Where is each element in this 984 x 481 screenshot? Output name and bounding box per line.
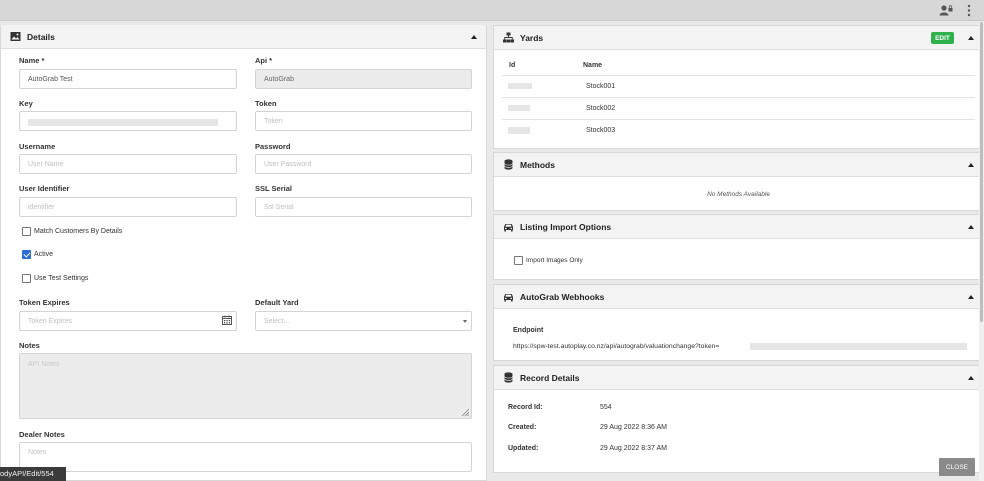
- webhooks-panel: AutoGrab Webhooks Endpoint https://spw-t…: [493, 284, 984, 361]
- use-test-settings-checkbox[interactable]: [22, 274, 31, 283]
- scrollbar-thumb[interactable]: [980, 22, 983, 322]
- token-label: Token: [255, 99, 277, 108]
- token-expires-input[interactable]: Token Expires: [19, 311, 237, 331]
- redacted-endpoint-token: [750, 343, 967, 350]
- resize-handle-icon[interactable]: [461, 408, 469, 416]
- created-value: 29 Aug 2022 8:36 AM: [600, 424, 667, 431]
- edit-yards-button[interactable]: EDIT: [931, 32, 954, 44]
- match-customers-checkbox[interactable]: [22, 227, 31, 236]
- collapse-caret-icon[interactable]: [471, 35, 477, 39]
- token-expires-label: Token Expires: [19, 298, 70, 307]
- webhooks-title: AutoGrab Webhooks: [520, 292, 605, 302]
- collapse-caret-icon[interactable]: [968, 36, 974, 40]
- status-url-bar: odyAPI/Edit/554: [0, 467, 66, 481]
- username-input[interactable]: User Name: [19, 154, 237, 174]
- sitemap-icon: [503, 32, 514, 43]
- endpoint-label: Endpoint: [513, 327, 544, 334]
- webhooks-panel-header[interactable]: AutoGrab Webhooks: [494, 285, 983, 309]
- chevron-down-icon[interactable]: [463, 320, 467, 323]
- yard-row-name: Stock001: [586, 83, 616, 90]
- redacted-key: [28, 119, 218, 126]
- token-input[interactable]: Token: [255, 111, 472, 131]
- more-menu-icon[interactable]: [966, 4, 972, 17]
- api-input: AutoGrab: [255, 69, 472, 89]
- redacted-yard-id: [508, 105, 530, 111]
- notes-label: Notes: [19, 341, 40, 350]
- yards-col-id: Id: [509, 62, 516, 69]
- record-id-label: Record Id:: [508, 404, 543, 411]
- car-icon: [504, 224, 513, 232]
- yards-col-name: Name: [583, 62, 603, 69]
- page-scrollbar[interactable]: [979, 22, 984, 481]
- details-panel-header[interactable]: Details: [1, 25, 486, 49]
- collapse-caret-icon[interactable]: [968, 225, 974, 229]
- record-details-panel-header[interactable]: Record Details: [494, 366, 983, 390]
- ssl-serial-input[interactable]: Ssl Serial: [255, 197, 472, 217]
- password-input[interactable]: User Password: [255, 154, 472, 174]
- image-icon: [10, 32, 21, 41]
- record-details-panel: Record Details Record Id: 554 Created: 2…: [493, 365, 984, 473]
- yards-panel-header[interactable]: Yards EDIT: [494, 26, 983, 50]
- listing-import-panel: Listing Import Options Import Images Onl…: [493, 214, 984, 280]
- notes-placeholder: API Notes: [28, 361, 60, 368]
- user-identifier-input[interactable]: identifier: [19, 197, 237, 217]
- redacted-yard-id: [508, 127, 530, 134]
- use-test-settings-label: Use Test Settings: [34, 275, 89, 282]
- database-icon: [504, 372, 513, 383]
- match-customers-label: Match Customers By Details: [34, 228, 123, 235]
- record-details-title: Record Details: [520, 373, 580, 383]
- active-label: Active: [34, 251, 54, 258]
- key-label: Key: [19, 99, 33, 108]
- details-title: Details: [27, 32, 55, 42]
- redacted-yard-id: [508, 83, 532, 89]
- default-yard-select[interactable]: Select...: [255, 311, 472, 331]
- yards-header-divider: [502, 75, 975, 76]
- record-id-value: 554: [600, 404, 612, 411]
- password-label: Password: [255, 142, 291, 151]
- yard-row-name: Stock003: [586, 127, 616, 134]
- api-label: Api *: [255, 56, 273, 65]
- ssl-serial-label: SSL Serial: [255, 184, 292, 193]
- name-input[interactable]: AutoGrab Test: [19, 69, 237, 89]
- endpoint-value: https://spw-test.autoplay.co.nz/api/auto…: [513, 343, 720, 350]
- collapse-caret-icon[interactable]: [968, 295, 974, 299]
- dealer-notes-input[interactable]: Notes: [19, 442, 472, 472]
- updated-label: Updated:: [508, 445, 539, 452]
- active-checkbox[interactable]: [22, 250, 31, 259]
- collapse-caret-icon[interactable]: [968, 376, 974, 380]
- notes-textarea[interactable]: API Notes: [19, 353, 472, 419]
- updated-value: 29 Aug 2022 8:37 AM: [600, 445, 667, 452]
- details-panel: Details Name * AutoGrab Test Api * AutoG…: [0, 25, 487, 481]
- yards-panel: Yards EDIT Id Name Stock001 Stock002 Sto…: [493, 25, 984, 149]
- default-yard-label: Default Yard: [255, 298, 299, 307]
- name-label: Name *: [19, 56, 45, 65]
- database-icon: [504, 159, 513, 170]
- methods-panel-header[interactable]: Methods: [494, 153, 983, 177]
- user-identifier-label: User Identifier: [19, 184, 70, 193]
- calendar-icon[interactable]: [222, 315, 232, 325]
- created-label: Created:: [508, 424, 537, 431]
- collapse-caret-icon[interactable]: [968, 163, 974, 167]
- close-button[interactable]: CLOSE: [939, 458, 975, 476]
- key-input[interactable]: [19, 111, 237, 131]
- car-icon: [504, 294, 513, 302]
- methods-title: Methods: [520, 160, 555, 170]
- import-images-only-checkbox[interactable]: [514, 256, 523, 265]
- import-images-only-label: Import Images Only: [526, 257, 583, 264]
- listing-import-panel-header[interactable]: Listing Import Options: [494, 215, 983, 239]
- dealer-notes-label: Dealer Notes: [19, 430, 65, 439]
- yards-row-divider: [502, 119, 975, 120]
- methods-panel: Methods No Methods Available: [493, 152, 984, 211]
- listing-import-title: Listing Import Options: [520, 222, 612, 232]
- user-lock-icon[interactable]: [939, 4, 953, 16]
- yards-row-divider: [502, 97, 975, 98]
- top-bar: [0, 0, 984, 21]
- yards-title: Yards: [520, 33, 544, 43]
- yard-row-name: Stock002: [586, 105, 616, 112]
- username-label: Username: [19, 142, 56, 151]
- methods-empty-text: No Methods Available: [707, 191, 770, 198]
